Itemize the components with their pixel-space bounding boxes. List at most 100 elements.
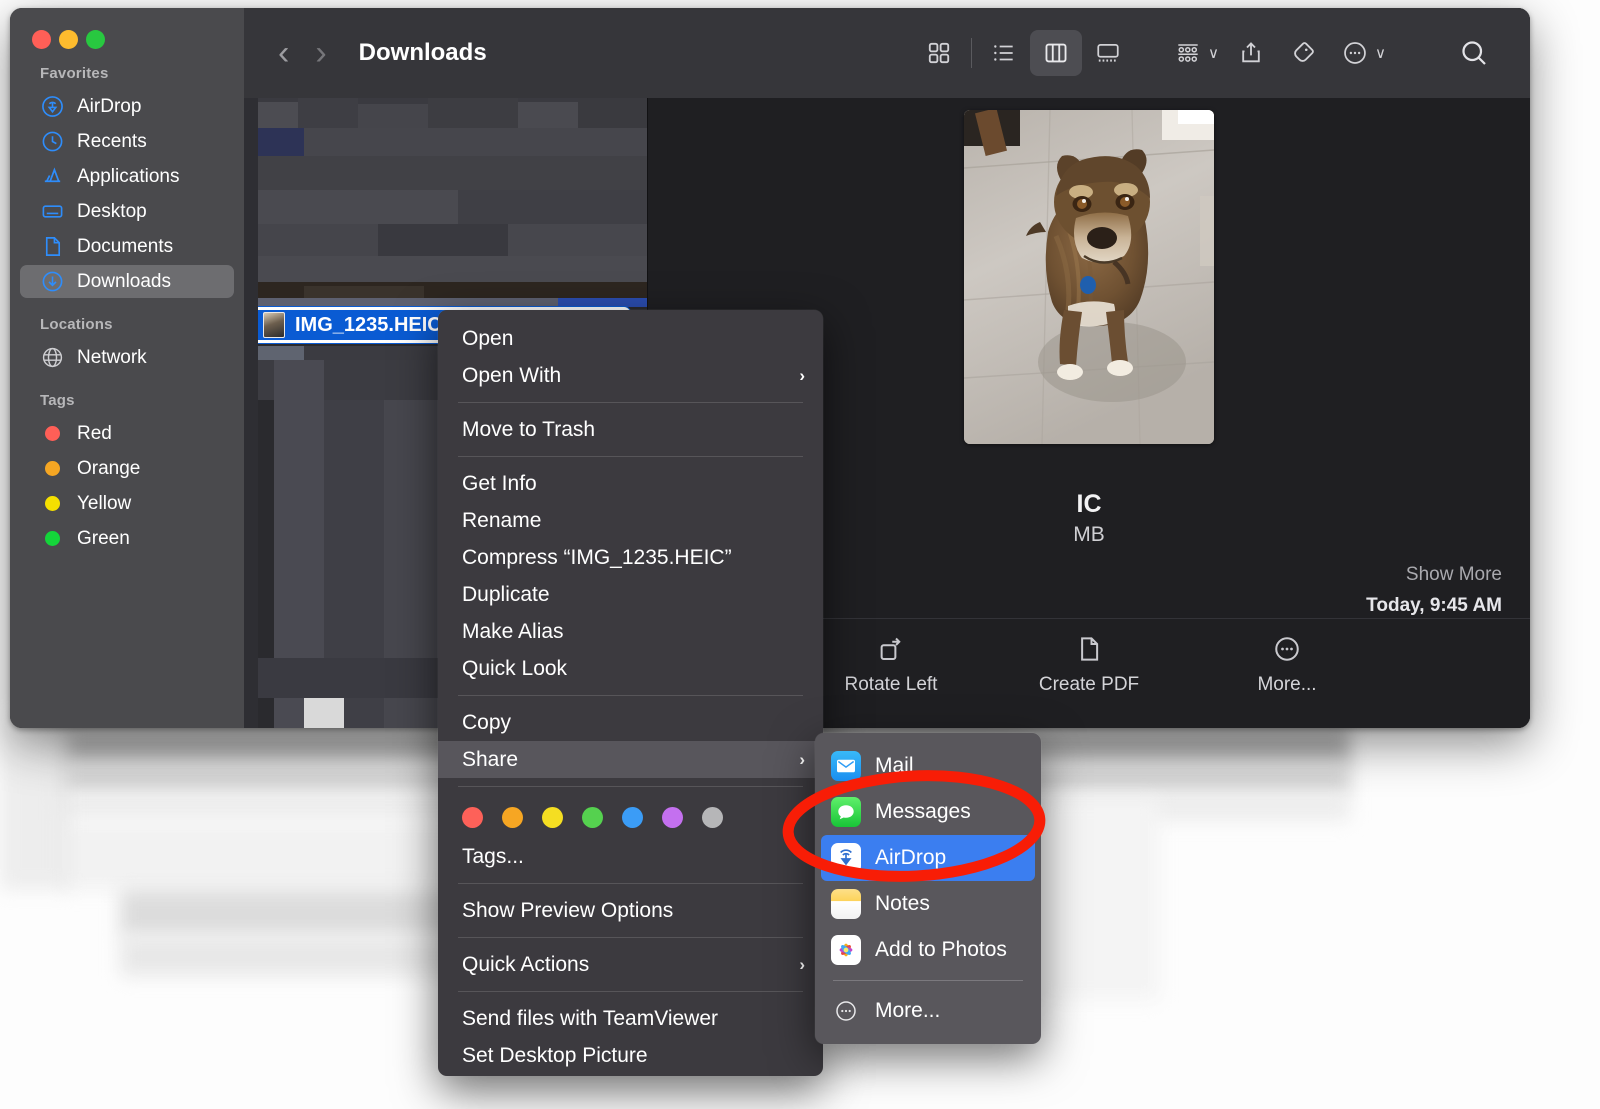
toolbar-divider [971,38,973,68]
tag-color-purple[interactable] [662,807,683,828]
sidebar-item-documents[interactable]: Documents [20,230,234,263]
file-name: IMG_1235.HEIC [295,313,442,336]
close-button[interactable] [32,30,51,49]
sidebar-tag-yellow[interactable]: Yellow [20,487,234,520]
context-menu-item-share[interactable]: Share › [438,741,823,778]
more-chevron-down-icon[interactable]: ∨ [1375,44,1386,62]
menu-item-label: AirDrop [875,846,947,869]
show-more-link[interactable]: Show More [1406,564,1502,586]
group-by-button[interactable] [1162,30,1214,76]
tag-color-row[interactable] [438,795,823,838]
menu-item-label: Make Alias [462,619,564,643]
more-button[interactable] [1329,30,1381,76]
tag-color-blue[interactable] [622,807,643,828]
download-icon [40,270,64,294]
menu-separator [458,883,803,884]
context-menu-item-get-info[interactable]: Get Info [438,465,823,502]
list-view-button[interactable] [978,30,1030,76]
share-submenu-item-add-to-photos[interactable]: Add to Photos [815,927,1041,973]
window-controls[interactable] [10,16,244,49]
globe-icon [40,346,64,370]
context-menu[interactable]: Open Open With › Move to Trash Get Info … [438,310,823,1076]
sidebar-section-tags: Tags [40,392,75,409]
tag-dot-yellow-icon [40,492,64,516]
main-area: ‹ › Downloads ∨ ∨ IMG_1235.HEIC IC MB Sh… [244,8,1530,728]
sidebar-item-label: Downloads [77,270,171,292]
navigation-arrows: ‹ › [278,36,327,70]
context-menu-item-compress[interactable]: Compress “IMG_1235.HEIC” [438,539,823,576]
minimize-button[interactable] [59,30,78,49]
sidebar-item-downloads[interactable]: Downloads [20,265,234,298]
context-menu-item-move-to-trash[interactable]: Move to Trash [438,411,823,448]
rotate-left-action[interactable]: Rotate Left [821,628,961,696]
tags-button[interactable] [1277,30,1329,76]
preview-filesize: MB [1073,523,1105,546]
context-menu-item-set-desktop-picture[interactable]: Set Desktop Picture [438,1037,823,1074]
share-submenu-item-airdrop[interactable]: AirDrop [821,835,1035,881]
context-menu-item-open-with[interactable]: Open With › [438,357,823,394]
share-submenu[interactable]: Mail Messages AirDrop Notes Add to Photo… [815,733,1041,1044]
context-menu-item-copy[interactable]: Copy [438,704,823,741]
sidebar-section-locations: Locations [40,316,113,333]
tag-color-yellow[interactable] [542,807,563,828]
tag-dot-green-icon [40,527,64,551]
menu-separator [833,980,1023,981]
context-menu-item-send-files-teamviewer[interactable]: Send files with TeamViewer [438,1000,823,1037]
tag-color-gray[interactable] [702,807,723,828]
menu-item-label: Mail [875,754,914,777]
sidebar-item-airdrop[interactable]: AirDrop [20,90,234,123]
context-menu-item-quick-look[interactable]: Quick Look [438,650,823,687]
notes-icon [831,889,861,919]
toolbar-actions: ∨ ∨ [913,30,1500,76]
share-submenu-item-notes[interactable]: Notes [815,881,1041,927]
forward-button[interactable]: › [315,36,326,70]
context-menu-item-open[interactable]: Open [438,320,823,357]
more-action[interactable]: More... [1217,628,1357,696]
icon-view-button[interactable] [913,30,965,76]
context-menu-item-show-preview-options[interactable]: Show Preview Options [438,892,823,929]
ellipsis-circle-icon [831,996,861,1026]
clock-icon [40,130,64,154]
tag-color-red[interactable] [462,807,483,828]
menu-item-label: Get Info [462,471,537,495]
sidebar-item-label: Yellow [77,492,132,514]
search-button[interactable] [1448,30,1500,76]
sidebar-tag-green[interactable]: Green [20,522,234,555]
context-menu-item-tags[interactable]: Tags... [438,838,823,875]
menu-item-label: Open [462,326,514,350]
menu-item-label: Move to Trash [462,417,596,441]
menu-item-label: Messages [875,800,971,823]
sidebar-item-network[interactable]: Network [20,341,234,374]
quick-action-label: More... [1257,674,1317,695]
document-icon [40,235,64,259]
create-pdf-action[interactable]: Create PDF [1019,628,1159,696]
share-submenu-item-mail[interactable]: Mail [815,743,1041,789]
share-button[interactable] [1225,30,1277,76]
context-menu-item-duplicate[interactable]: Duplicate [438,576,823,613]
menu-item-label: Share [462,747,519,771]
chevron-right-icon: › [799,749,805,769]
column-view-button[interactable] [1030,30,1083,76]
zoom-button[interactable] [86,30,105,49]
page-title: Downloads [358,39,487,66]
gallery-view-button[interactable] [1082,30,1134,76]
tag-color-green[interactable] [582,807,603,828]
desktop-icon [40,200,64,224]
menu-item-label: Rename [462,508,542,532]
sidebar-item-label: Red [77,422,112,444]
share-submenu-item-more[interactable]: More... [815,988,1041,1034]
tag-color-orange[interactable] [502,807,523,828]
sidebar-item-label: Applications [77,165,180,187]
sidebar-tag-red[interactable]: Red [20,417,234,450]
context-menu-item-quick-actions[interactable]: Quick Actions › [438,946,823,983]
share-submenu-item-messages[interactable]: Messages [815,789,1041,835]
sidebar-item-desktop[interactable]: Desktop [20,195,234,228]
context-menu-item-make-alias[interactable]: Make Alias [438,613,823,650]
context-menu-item-rename[interactable]: Rename [438,502,823,539]
back-button[interactable]: ‹ [278,36,289,70]
tag-dot-orange-icon [40,457,64,481]
group-by-chevron-down-icon[interactable]: ∨ [1208,44,1219,62]
sidebar-tag-orange[interactable]: Orange [20,452,234,485]
sidebar-item-recents[interactable]: Recents [20,125,234,158]
sidebar-item-applications[interactable]: Applications [20,160,234,193]
